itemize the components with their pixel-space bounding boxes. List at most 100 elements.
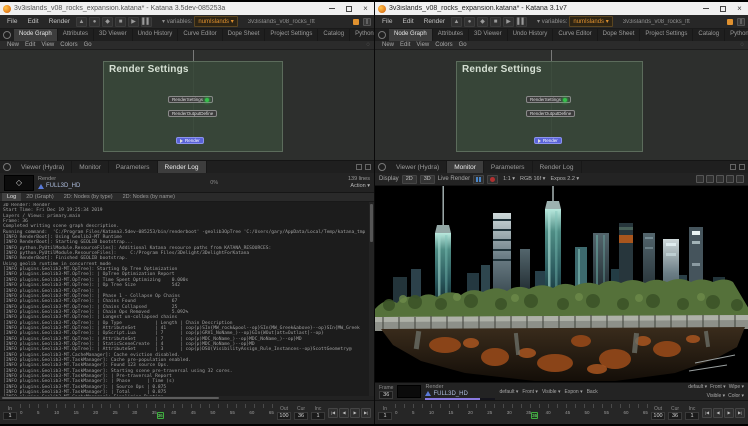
transport-button[interactable]: |◀ [702,408,712,418]
variables-dropdown[interactable]: numIslands ▾ [194,16,237,27]
node-renderoutputdefine[interactable]: RenderOutputDefine [526,110,575,117]
buffer-dropdown[interactable]: Front ▾ [710,384,726,390]
main-tab[interactable]: Curve Editor [178,29,222,41]
transport-button[interactable]: ▶ [724,408,734,418]
transport-button[interactable]: ▶| [735,408,745,418]
action-dropdown[interactable]: Action ▾ [350,183,370,189]
pointer-icon[interactable]: ▲ [76,17,87,27]
node-renderoutputdefine[interactable]: RenderOutputDefine [168,110,217,117]
exposure-dropdown[interactable]: Expos 2.2 ▾ [550,176,579,182]
buffer-dropdown[interactable]: Back [587,389,598,395]
transport-button[interactable]: ▶ [350,408,360,418]
buffer-dropdown[interactable]: Visible ▾ [542,389,561,395]
buffer-dropdown[interactable]: default ▾ [688,384,707,390]
render-pass-name[interactable]: FULL3D_HD [38,183,80,189]
view-2d-button[interactable]: 2D [402,175,417,184]
panel-menu-icon[interactable] [378,31,386,39]
render-pass-name[interactable]: FULL3D_HD [425,391,495,397]
inc-value[interactable]: 1 [685,412,699,420]
maximize-pane-icon[interactable] [739,164,745,170]
nodegraph-menu-item[interactable]: Go [456,42,470,48]
crop-icon[interactable] [716,175,724,183]
in-value[interactable]: 1 [3,412,17,420]
menu-file[interactable]: File [3,18,21,25]
buffer-dropdown[interactable]: Visible ▾ [707,393,726,399]
snap-icon[interactable]: ◆ [477,17,488,27]
pane-tab[interactable]: Render Log [533,161,582,173]
log-horizontal-scrollbar[interactable] [0,396,374,400]
pin-icon[interactable] [730,164,736,170]
transport-button[interactable]: |◀ [328,408,338,418]
main-tab[interactable]: Python [350,29,374,41]
timeline-cur-field[interactable]: Cur 36 [668,406,682,420]
panel-menu-icon[interactable] [378,163,386,171]
buffer-dropdown[interactable]: default ▾ [499,389,518,395]
timeline-in-field[interactable]: In 1 [3,406,17,420]
node-rendersettings[interactable]: RenderSettings [526,96,571,103]
session-name[interactable]: 3v3islands_v08_rocks_lft [248,19,315,25]
timeline-in-field[interactable]: In 1 [378,406,392,420]
log-subtab[interactable]: 2D: Nodes (by type) [59,193,118,201]
session-name[interactable]: 3v3islands_v08_rocks_lft [623,19,690,25]
nodegraph-menu-item[interactable]: New [379,42,397,48]
timeline-cur-field[interactable]: Cur 36 [294,406,308,420]
main-tab[interactable]: 3D Viewer [94,29,133,41]
current-frame-marker[interactable]: 36 [156,404,165,422]
find-icon[interactable]: ◌ [366,42,370,48]
cur-value[interactable]: 36 [294,412,308,420]
nodegraph-menu-item[interactable]: View [413,42,432,48]
nodegraph-menu-item[interactable]: View [38,42,57,48]
timeline-inc-field[interactable]: Inc 1 [685,406,699,420]
timeline-ruler[interactable]: 05101520253035404550556065 36 [20,404,274,422]
panel-menu-icon[interactable] [3,163,11,171]
main-tab[interactable]: Project Settings [265,29,318,41]
main-tab[interactable]: Project Settings [640,29,693,41]
main-tab[interactable]: Curve Editor [553,29,597,41]
buffer-dropdown[interactable]: Color ▾ [728,393,744,399]
timeline-inc-field[interactable]: Inc 1 [311,406,325,420]
buffer-dropdown[interactable]: Expon ▾ [565,389,583,395]
menu-render[interactable]: Render [420,18,449,25]
transport-button[interactable]: ◀ [339,408,349,418]
main-tab[interactable]: Dope Sheet [598,29,641,41]
menu-file[interactable]: File [378,18,396,25]
scrollbar-thumb[interactable] [370,204,373,242]
main-tab[interactable]: Python [725,29,748,41]
display-dropdown[interactable]: Display [379,176,399,182]
gear-icon[interactable]: ● [464,17,475,27]
frame-value[interactable]: 36 [379,391,393,399]
pane-tab[interactable]: Viewer (Hydra) [14,161,72,173]
stop-icon[interactable]: ■ [115,17,126,27]
pause-icon[interactable]: ▌▌ [141,17,152,27]
nodegraph-menu-item[interactable]: Edit [397,42,413,48]
log-subtab[interactable]: 2D (Graph) [21,193,59,201]
maximize-button[interactable] [340,2,357,15]
save-indicator-icon[interactable] [353,19,359,25]
out-value[interactable]: 100 [277,412,291,420]
nodegraph-canvas[interactable]: Render Settings RenderSettings RenderOut… [375,50,748,160]
stop-render-button[interactable] [487,175,498,184]
menu-render[interactable]: Render [45,18,74,25]
title-bar[interactable]: 3v3islands_v08_rocks_expansion.katana* -… [0,2,374,15]
menu-edit[interactable]: Edit [398,18,417,25]
save-indicator-icon[interactable] [727,19,733,25]
pane-tab[interactable]: Render Log [158,161,207,173]
main-tab[interactable]: Catalog [318,29,350,41]
panel-menu-icon[interactable] [3,31,11,39]
pane-tab[interactable]: Viewer (Hydra) [389,161,447,173]
pane-tab[interactable]: Monitor [72,161,109,173]
close-button[interactable]: × [731,2,748,15]
play-icon[interactable]: ▶ [503,17,514,27]
main-tab[interactable]: Node Graph [389,29,433,41]
main-tab[interactable]: Undo History [133,29,179,41]
pin-icon[interactable] [356,164,362,170]
current-frame-marker[interactable]: 36 [530,404,539,422]
main-tab[interactable]: Node Graph [14,29,58,41]
monitor-canvas[interactable] [375,186,748,382]
main-tab[interactable]: 3D Viewer [469,29,508,41]
nodegraph-menu-item[interactable]: Go [81,42,95,48]
inc-value[interactable]: 1 [311,412,325,420]
pane-tab[interactable]: Monitor [447,161,484,173]
find-icon[interactable]: ◌ [740,42,744,48]
cur-value[interactable]: 36 [668,412,682,420]
